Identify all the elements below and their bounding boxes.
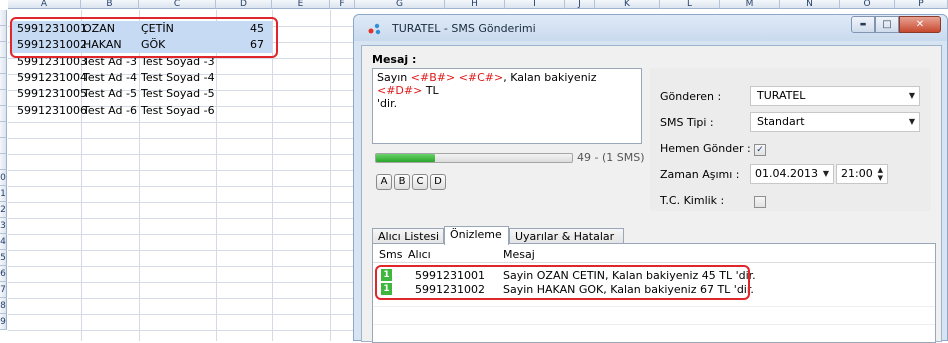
variable-b: <#B#> (410, 71, 456, 84)
sms-type-label: SMS Tipi : (660, 116, 714, 129)
column-header-a[interactable]: A (8, 0, 81, 9)
column-header-j[interactable]: J (565, 0, 595, 9)
message-text: 'dir. (377, 97, 398, 110)
column-header-sms[interactable]: Sms (379, 248, 402, 261)
column-header-k[interactable]: K (595, 0, 660, 9)
spin-arrows-icon[interactable]: ▲ ▼ (878, 166, 883, 182)
column-header-i[interactable]: I (505, 0, 565, 9)
character-count: 49 - (1 SMS) (577, 151, 645, 164)
cell-c5[interactable]: Test Soyad -5 (141, 86, 215, 102)
row-header[interactable]: 3 (0, 218, 7, 234)
column-header-c[interactable]: C (139, 0, 216, 9)
row-header[interactable]: 0 (0, 170, 7, 186)
insert-column-d-button[interactable]: D (430, 174, 446, 190)
maximize-button[interactable]: □ (875, 16, 899, 33)
settings-panel: Gönderen : TURATEL ▼ SMS Tipi : Standart… (650, 68, 931, 211)
cell-c6[interactable]: Test Soyad -6 (141, 103, 215, 119)
tab-warnings-errors[interactable]: Uyarılar & Hatalar (509, 228, 624, 244)
column-header-h[interactable]: H (445, 0, 505, 9)
message-label: Mesaj : (372, 53, 417, 66)
dialog-body: Mesaj : Sayın <#B#> <#C#>, Kalan bakiyen… (361, 45, 942, 343)
message-text: TL (422, 84, 439, 97)
timeout-date-picker[interactable]: 01.04.2013 ▼ (750, 164, 834, 184)
cell-a4[interactable]: 5991231004 (17, 70, 87, 86)
sms-dialog-window: TURATEL - SMS Gönderimi ▬ □ ✕ Mesaj : Sa… (353, 14, 948, 343)
chevron-down-icon: ▼ (822, 169, 829, 178)
sms-type-value: Standart (757, 115, 805, 128)
title-bar[interactable]: TURATEL - SMS Gönderimi ▬ □ ✕ (354, 15, 947, 41)
preview-list: Sms Alıcı Mesaj 1 5991231001 Sayin OZAN … (372, 243, 936, 343)
progress-fill (376, 154, 435, 162)
timeout-date-value: 01.04.2013 (755, 167, 818, 180)
cell-a6[interactable]: 5991231006 (17, 103, 87, 119)
sender-select[interactable]: TURATEL ▼ (750, 86, 920, 106)
column-header-d[interactable]: D (216, 0, 272, 9)
message-text: , Kalan bakiyeniz (503, 71, 597, 84)
send-now-label: Hemen Gönder : (660, 142, 751, 155)
cell-b6[interactable]: Test Ad -6 (83, 103, 137, 119)
minimize-button[interactable]: ▬ (851, 16, 875, 33)
tab-preview[interactable]: Önizleme (444, 226, 509, 245)
row-header[interactable]: 5 (0, 250, 7, 266)
window-title: TURATEL - SMS Gönderimi (392, 22, 536, 35)
cell-b5[interactable]: Test Ad -5 (83, 86, 137, 102)
sender-value: TURATEL (757, 89, 806, 102)
column-header-e[interactable]: E (272, 0, 330, 9)
timeout-time-value: 21:00 (841, 167, 873, 180)
variable-c: <#C#> (458, 71, 504, 84)
column-header-o[interactable]: O (840, 0, 895, 9)
column-header-p[interactable]: P (895, 0, 948, 9)
column-header-f[interactable]: F (330, 0, 355, 9)
insert-column-c-button[interactable]: C (412, 174, 428, 190)
column-header-recipient[interactable]: Alıcı (408, 248, 431, 261)
column-header-l[interactable]: L (660, 0, 720, 9)
chevron-down-icon: ▼ (908, 91, 915, 100)
row-header[interactable]: 4 (0, 234, 7, 250)
column-header-n[interactable]: N (780, 0, 840, 9)
send-now-checkbox[interactable]: ✓ (754, 144, 766, 156)
timeout-label: Zaman Aşımı : (660, 168, 740, 181)
highlight-box-preview (375, 265, 750, 300)
tc-id-label: T.C. Kimlik : (660, 194, 725, 207)
cell-a5[interactable]: 5991231005 (17, 86, 87, 102)
variable-d: <#D#> (377, 84, 423, 97)
close-button[interactable]: ✕ (899, 16, 941, 33)
column-header-b[interactable]: B (81, 0, 139, 9)
row-header[interactable]: 9 (0, 314, 7, 330)
column-header-m[interactable]: M (720, 0, 780, 9)
cell-b4[interactable]: Test Ad -4 (83, 70, 137, 86)
column-header-message[interactable]: Mesaj (503, 248, 535, 261)
cell-c4[interactable]: Test Soyad -4 (141, 70, 215, 86)
column-header-g[interactable]: G (355, 0, 445, 9)
app-logo-icon (368, 23, 381, 35)
message-textarea[interactable]: Sayın <#B#> <#C#>, Kalan bakiyeniz <#D#>… (372, 68, 642, 144)
message-text: Sayın (377, 71, 411, 84)
row-header[interactable]: 8 (0, 298, 7, 314)
chevron-down-icon: ▼ (908, 117, 915, 126)
insert-column-b-button[interactable]: B (394, 174, 410, 190)
row-header[interactable]: 2 (0, 202, 7, 218)
row-header[interactable]: 1 (0, 186, 7, 202)
insert-column-a-button[interactable]: A (376, 174, 392, 190)
highlight-box-spreadsheet (10, 17, 278, 58)
character-progress-bar (375, 153, 573, 163)
row-header[interactable]: 7 (0, 282, 7, 298)
sms-type-select[interactable]: Standart ▼ (750, 112, 920, 132)
row-header[interactable]: 6 (0, 266, 7, 282)
tab-recipient-list[interactable]: Alıcı Listesi (372, 228, 444, 244)
sender-label: Gönderen : (660, 90, 722, 103)
timeout-time-spinner[interactable]: 21:00 ▲ ▼ (836, 164, 888, 184)
tc-id-checkbox[interactable] (754, 196, 766, 208)
